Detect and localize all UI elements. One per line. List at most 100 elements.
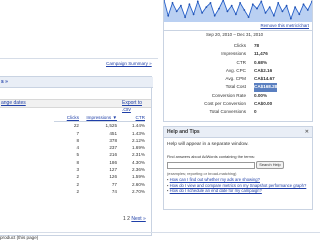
pagination-pages[interactable]: 1 2: [123, 216, 130, 222]
cell-ctr: 1.43%: [131, 130, 145, 136]
table-row: 3 127 2.36%: [54, 166, 145, 173]
chart-point: [164, 0, 165, 1]
cell-clicks: 7: [76, 130, 79, 136]
help-intro-text: Help will appear in a separate window.: [167, 142, 249, 147]
col-header-ctr[interactable]: CTR: [117, 114, 145, 122]
chart-point: [260, 0, 263, 3]
stats-row: Clicks 78: [164, 42, 277, 50]
chart-point: [188, 3, 191, 6]
chart-point: [239, 2, 241, 4]
table-row: 2 126 1.59%: [54, 173, 145, 180]
stats-row: Avg. CPC CA$2.16: [164, 67, 277, 75]
cell-impressions: 378: [109, 137, 117, 143]
cell-clicks: 4: [76, 145, 79, 151]
chart-point: [209, 2, 212, 4]
chart-point: [201, 12, 203, 14]
stats-row: Avg. CPM CA$14.67: [164, 75, 277, 83]
cell-impressions: 1,525: [105, 123, 118, 129]
chart-point: [180, 4, 182, 7]
stats-value: 0.68%: [254, 59, 268, 65]
chart-point: [167, 14, 170, 17]
stats-label: Clicks: [233, 43, 246, 48]
remove-chart-link[interactable]: Remove this metric/chart: [260, 23, 309, 28]
table-row: 2 77 2.60%: [54, 181, 145, 188]
table-row: 22 1,525 1.44%: [54, 122, 145, 130]
section-divider: [0, 58, 158, 59]
keywords-panel-header: s »: [0, 77, 153, 88]
help-link[interactable]: How do I schedule an end date for my cam…: [170, 188, 262, 193]
stats-label: Impressions: [221, 51, 246, 57]
cell-clicks: 8: [76, 159, 79, 165]
keywords-panel: s » ange dates Export to .csv Clicks Imp…: [0, 76, 153, 236]
cell-impressions: 77: [111, 181, 117, 187]
stats-label: Conversion Rate: [211, 92, 246, 98]
chart-point: [235, 13, 237, 16]
stats-row: CTR 0.68%: [164, 59, 277, 67]
cell-clicks: 2: [76, 181, 79, 187]
table-row: 8 378 2.12%: [54, 137, 145, 144]
date-range: Sep 20, 2010 – Dec 31, 2010: [206, 32, 264, 37]
stats-label: Total Conversions: [209, 109, 246, 115]
stats-row: Total Cost CA$168.28: [164, 83, 278, 92]
table-row: 2 74 2.70%: [54, 188, 145, 195]
chart-point: [251, 3, 254, 6]
help-search-input[interactable]: [167, 162, 255, 169]
cell-clicks: 3: [76, 167, 79, 173]
cell-impressions: 74: [111, 188, 117, 194]
cell-impressions: 127: [109, 167, 117, 173]
campaign-summary-link[interactable]: Campaign Summary »: [106, 61, 152, 66]
chart-point: [213, 14, 216, 17]
help-link[interactable]: How can I find out whether my ads are sh…: [170, 177, 260, 182]
close-icon[interactable]: ✕: [305, 127, 309, 137]
chart-point: [171, 2, 174, 4]
cell-clicks: 5: [76, 152, 79, 158]
stats-row: Cost per Conversion CA$0.00: [164, 100, 277, 108]
stats-value: 11,476: [254, 51, 268, 57]
chart-point: [277, 2, 280, 4]
chart-point: [302, 3, 305, 6]
chart-point: [294, 6, 296, 9]
table-row: 5 216 2.31%: [54, 151, 145, 158]
pagination: 1 2 Next »: [123, 216, 146, 222]
chart-area: [164, 0, 312, 22]
cell-clicks: 2: [76, 188, 79, 194]
cell-ctr: 1.44%: [131, 123, 145, 129]
stats-row: Impressions 11,476: [164, 50, 277, 58]
cell-ctr: 1.69%: [131, 145, 145, 151]
chart-point: [281, 10, 284, 13]
col-header-clicks[interactable]: Clicks: [54, 114, 79, 122]
keywords-panel-title[interactable]: s »: [1, 79, 8, 85]
stats-summary-panel: Sep 20, 2010 – Dec 31, 2010 Clicks 78 Impr…: [163, 31, 313, 122]
cell-ctr: 2.31%: [131, 152, 145, 158]
export-csv-link[interactable]: Export to .csv: [122, 100, 151, 114]
cell-ctr: 1.59%: [131, 174, 145, 180]
stats-label: CTR: [236, 59, 246, 65]
search-help-button[interactable]: Search Help: [256, 161, 284, 169]
chart-point: [226, 10, 229, 13]
stats-label: Avg. CPC: [225, 67, 246, 73]
help-panel-title: Help and Tips: [167, 129, 200, 135]
cell-clicks: 2: [76, 174, 79, 180]
help-link-item: ▪ How do I schedule an end date for my c…: [167, 188, 306, 194]
table-row: 8 186 4.30%: [54, 159, 145, 166]
stats-table: Clicks 78 Impressions 11,476 CTR 0.68% Avg. CP…: [164, 42, 278, 117]
chart-point: [264, 12, 267, 14]
stats-label: Cost per Conversion: [204, 101, 246, 107]
col-header-impressions[interactable]: Impressions ▼: [79, 114, 117, 122]
chart-point: [205, 6, 208, 9]
cell-clicks: 8: [76, 137, 79, 143]
help-link[interactable]: How do I view and compare metrics on my …: [170, 183, 307, 188]
chart-point: [175, 10, 178, 13]
change-dates-link[interactable]: ange dates: [1, 100, 26, 107]
stats-value: CA$2.16: [254, 67, 273, 73]
cell-impressions: 186: [109, 159, 117, 165]
next-page-link[interactable]: Next »: [131, 216, 145, 222]
chart-point: [298, 13, 301, 16]
stats-row: Conversion Rate 0.00%: [164, 92, 277, 100]
help-search-label: Find answers about AdWords containing th…: [167, 154, 255, 159]
chart-point: [230, 4, 233, 7]
performance-chart-panel: Remove this metric/chart: [163, 0, 313, 31]
stats-value: 78: [254, 43, 260, 48]
help-examples-note: (examples; reporting or broad-matching): [167, 171, 237, 176]
cell-impressions: 216: [109, 152, 117, 158]
